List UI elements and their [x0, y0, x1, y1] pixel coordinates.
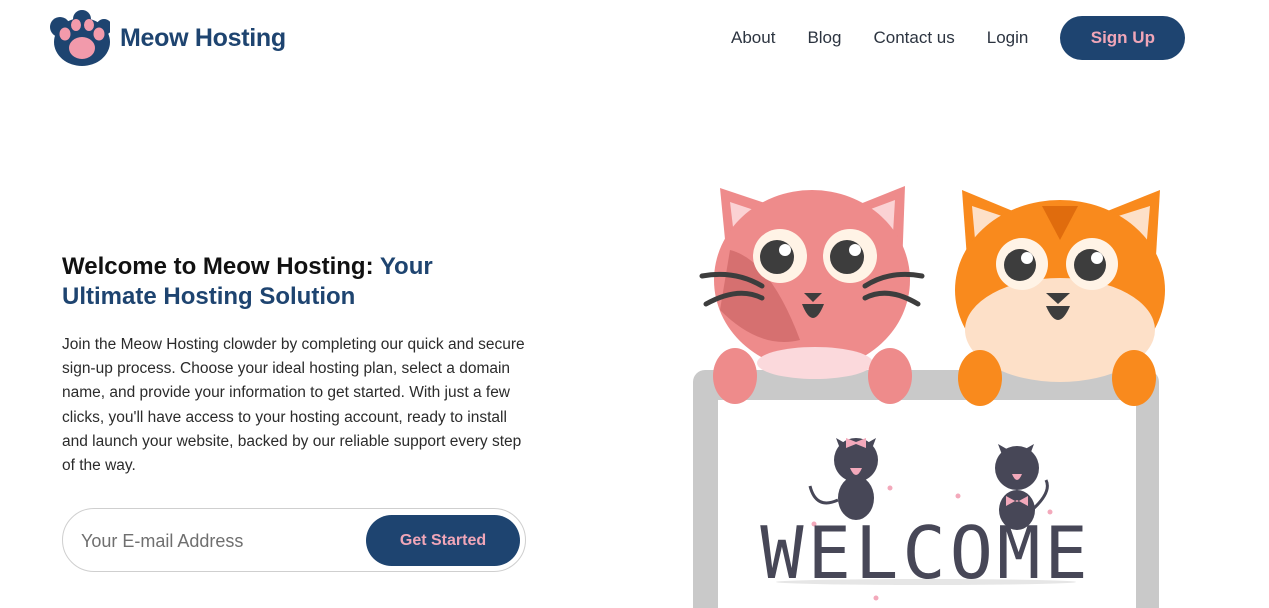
signup-button[interactable]: Sign Up: [1060, 16, 1186, 60]
brand-logo-link[interactable]: Meow Hosting: [50, 10, 286, 66]
brand-name: Meow Hosting: [120, 23, 286, 52]
get-started-button[interactable]: Get Started: [366, 515, 520, 566]
pink-cat: [699, 186, 925, 404]
orange-cat: [955, 190, 1165, 406]
email-input[interactable]: [79, 519, 363, 563]
main-nav: About Blog Contact us Login Sign Up: [715, 16, 1186, 60]
hero-title-lead: Welcome to Meow Hosting:: [62, 253, 380, 280]
welcome-cats-illustration: WELCOME: [693, 186, 1165, 608]
hero-title: Welcome to Meow Hosting: Your Ultimate H…: [62, 252, 522, 312]
hero-description: Join the Meow Hosting clowder by complet…: [62, 336, 525, 475]
nav-link-login[interactable]: Login: [971, 16, 1045, 60]
email-signup-form: Get Started: [62, 508, 526, 572]
site-header: Meow Hosting About Blog Contact us Login…: [0, 0, 1269, 80]
nav-link-blog[interactable]: Blog: [791, 16, 857, 60]
paw-icon: [50, 10, 110, 66]
nav-link-contact[interactable]: Contact us: [857, 16, 970, 60]
nav-link-about[interactable]: About: [715, 16, 791, 60]
